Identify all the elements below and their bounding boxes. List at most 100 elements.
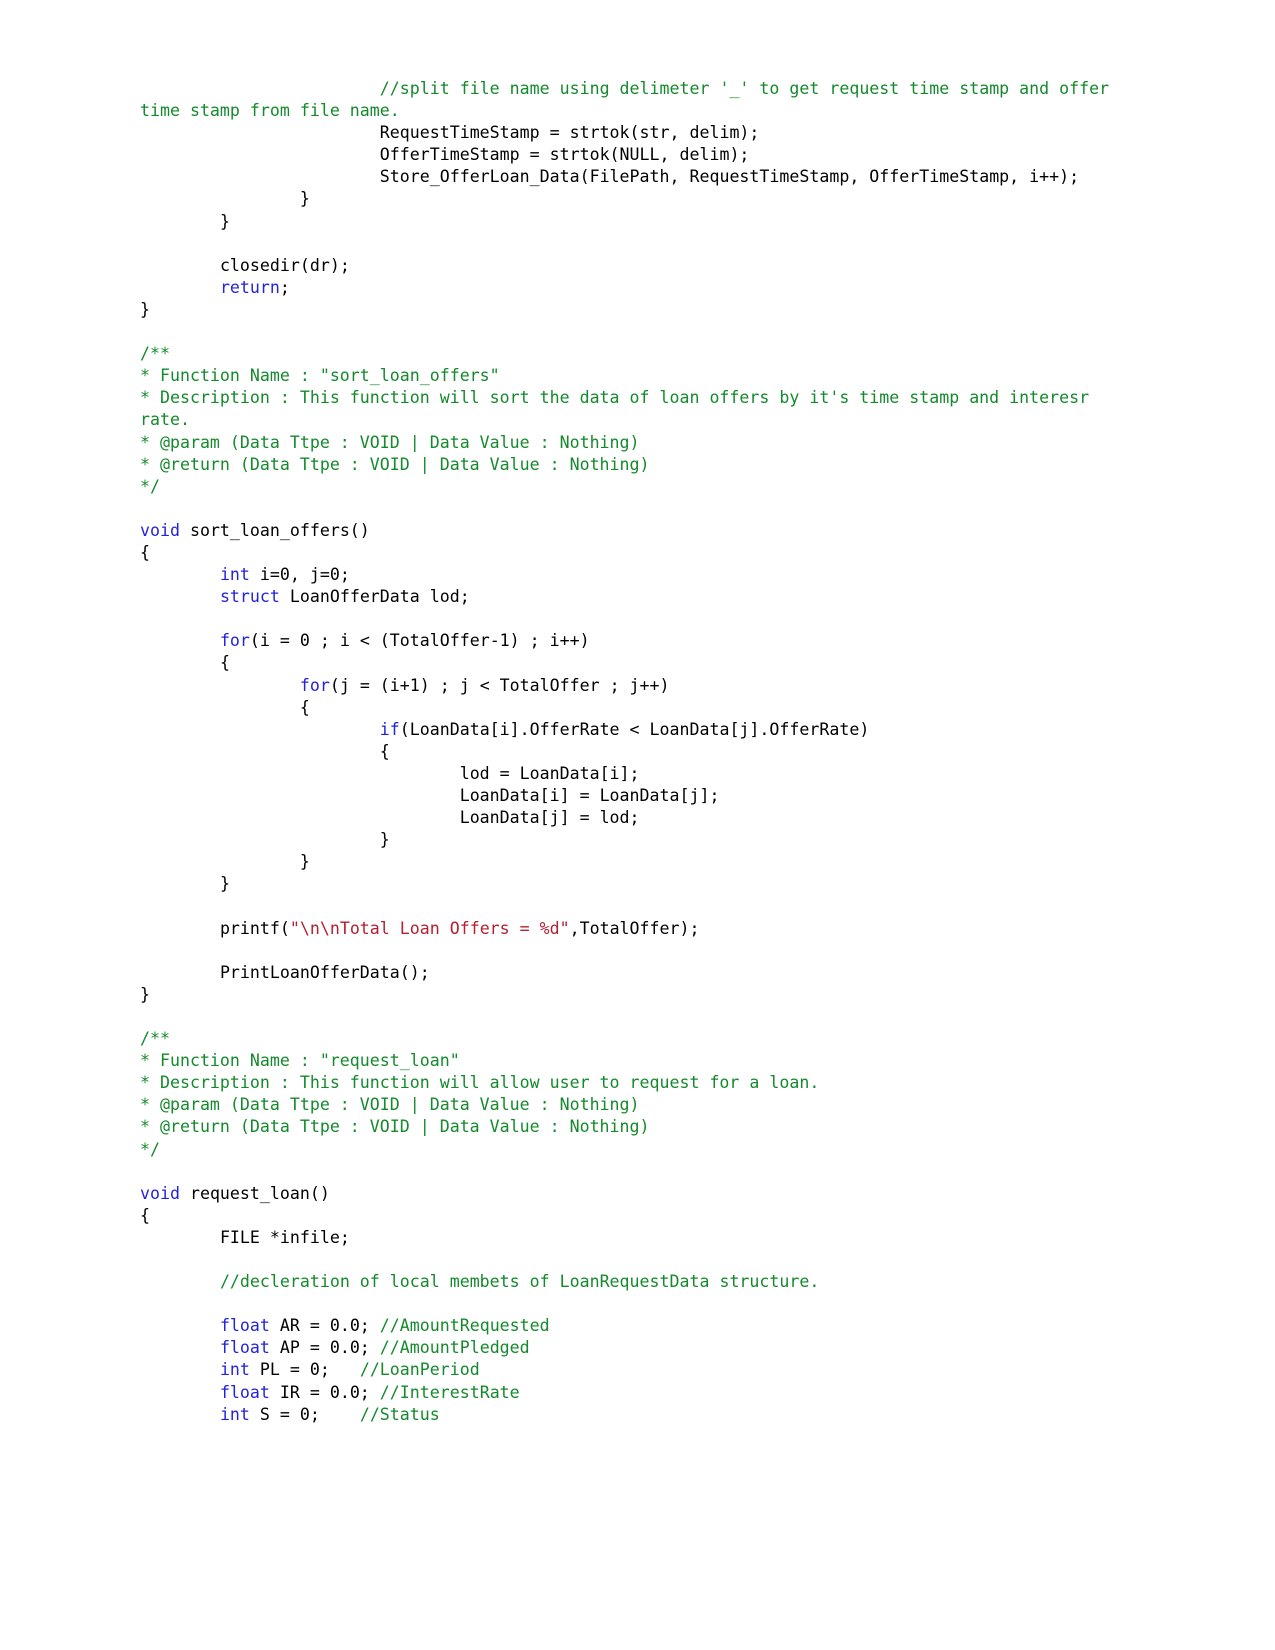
code-text-span bbox=[140, 1405, 220, 1424]
code-line: */ bbox=[140, 1139, 1145, 1161]
code-keyword-span: void bbox=[140, 1183, 180, 1203]
code-text-span bbox=[140, 278, 220, 297]
code-line: * Description : This function will sort … bbox=[140, 387, 1145, 431]
code-line: OfferTimeStamp = strtok(NULL, delim); bbox=[140, 144, 1145, 166]
code-text-span: OfferTimeStamp = strtok(NULL, delim); bbox=[140, 145, 750, 165]
code-line: int S = 0; //Status bbox=[140, 1404, 1145, 1426]
code-line: */ bbox=[140, 476, 1145, 498]
code-text-span bbox=[140, 1360, 220, 1379]
code-text-span: } bbox=[140, 189, 310, 209]
code-text-span bbox=[140, 631, 220, 650]
code-keyword-span: int bbox=[219, 1360, 250, 1380]
code-text-span: { bbox=[140, 1205, 150, 1225]
code-line: void sort_loan_offers() bbox=[140, 520, 1145, 542]
code-line: if(LoanData[i].OfferRate < LoanData[j].O… bbox=[140, 719, 1145, 741]
code-string-span: "\n\nTotal Loan Offers = %d" bbox=[289, 918, 570, 938]
code-block: //split file name using delimeter '_' to… bbox=[140, 78, 1145, 1426]
code-text-span bbox=[140, 587, 220, 606]
code-line: //split file name using delimeter '_' to… bbox=[140, 78, 1145, 122]
code-line: float IR = 0.0; //InterestRate bbox=[140, 1382, 1145, 1404]
code-line: } bbox=[140, 188, 1145, 210]
code-text-span: } bbox=[140, 874, 230, 894]
code-line: Store_OfferLoan_Data(FilePath, RequestTi… bbox=[140, 166, 1145, 188]
code-line: float AP = 0.0; //AmountPledged bbox=[140, 1337, 1145, 1359]
code-text-span: LoanOfferData lod; bbox=[279, 587, 470, 607]
code-text-span: lod = LoanData[i]; bbox=[140, 763, 640, 783]
code-text-span: { bbox=[140, 653, 230, 673]
code-text-span: printf( bbox=[140, 918, 290, 938]
code-line: lod = LoanData[i]; bbox=[140, 763, 1145, 785]
code-comment-span: * Function Name : "request_loan" bbox=[140, 1051, 460, 1071]
code-comment-span: //split file name using delimeter '_' to… bbox=[140, 79, 1120, 121]
code-line: int PL = 0; //LoanPeriod bbox=[140, 1359, 1145, 1381]
code-line: FILE *infile; bbox=[140, 1227, 1145, 1249]
code-text-span: PrintLoanOfferData(); bbox=[140, 962, 430, 982]
code-line: * @param (Data Ttpe : VOID | Data Value … bbox=[140, 1094, 1145, 1116]
code-keyword-span: int bbox=[219, 565, 250, 585]
code-line: { bbox=[140, 1205, 1145, 1227]
code-text-span: LoanData[j] = lod; bbox=[140, 808, 640, 828]
code-line: * @param (Data Ttpe : VOID | Data Value … bbox=[140, 432, 1145, 454]
code-line: } bbox=[140, 299, 1145, 321]
code-text-span: PL = 0; bbox=[249, 1360, 360, 1380]
code-line: int i=0, j=0; bbox=[140, 564, 1145, 586]
code-comment-span: * Description : This function will sort … bbox=[140, 388, 1100, 430]
code-line: struct LoanOfferData lod; bbox=[140, 586, 1145, 608]
code-text-span: { bbox=[140, 542, 150, 562]
code-line: { bbox=[140, 542, 1145, 564]
code-text-span: S = 0; bbox=[249, 1404, 360, 1424]
code-keyword-span: for bbox=[299, 675, 330, 695]
code-text-span: AR = 0.0; bbox=[269, 1316, 380, 1336]
code-text-span: LoanData[i] = LoanData[j]; bbox=[140, 786, 720, 805]
code-line: { bbox=[140, 697, 1145, 719]
code-comment-span: * Function Name : "sort_loan_offers" bbox=[140, 366, 500, 386]
code-line: * Description : This function will allow… bbox=[140, 1072, 1145, 1094]
code-text-span: { bbox=[140, 741, 390, 761]
code-keyword-span: float bbox=[219, 1316, 270, 1336]
code-comment-span: */ bbox=[140, 1139, 160, 1159]
code-text-span: { bbox=[140, 697, 310, 717]
code-text-span: } bbox=[140, 299, 150, 319]
code-text-span: closedir(dr); bbox=[140, 255, 350, 275]
code-line: } bbox=[140, 984, 1145, 1006]
code-keyword-span: int bbox=[219, 1404, 250, 1424]
code-comment-span: //LoanPeriod bbox=[359, 1360, 480, 1380]
code-line: { bbox=[140, 652, 1145, 674]
code-text-span: } bbox=[140, 211, 230, 231]
code-line: closedir(dr); bbox=[140, 255, 1145, 277]
code-comment-span: */ bbox=[140, 476, 160, 496]
code-text-span: AP = 0.0; bbox=[269, 1338, 380, 1358]
code-comment-span: //AmountRequested bbox=[379, 1316, 550, 1336]
code-line: /** bbox=[140, 343, 1145, 365]
code-line: for(i = 0 ; i < (TotalOffer-1) ; i++) bbox=[140, 630, 1145, 652]
code-line: * @return (Data Ttpe : VOID | Data Value… bbox=[140, 1116, 1145, 1138]
code-text-span bbox=[140, 1338, 220, 1357]
code-text-span: } bbox=[140, 984, 150, 1004]
code-text-span bbox=[140, 1316, 220, 1335]
code-keyword-span: for bbox=[219, 631, 250, 651]
code-comment-span: * @param (Data Ttpe : VOID | Data Value … bbox=[140, 432, 640, 452]
code-text-span: i=0, j=0; bbox=[249, 565, 350, 585]
code-line: } bbox=[140, 873, 1145, 895]
code-keyword-span: float bbox=[219, 1382, 270, 1402]
code-text-span: } bbox=[140, 852, 310, 872]
code-text-span: ,TotalOffer); bbox=[569, 918, 700, 938]
code-comment-span: //decleration of local membets of LoanRe… bbox=[219, 1272, 820, 1292]
code-text-span: (i = 0 ; i < (TotalOffer-1) ; i++) bbox=[249, 631, 590, 651]
code-line: float AR = 0.0; //AmountRequested bbox=[140, 1315, 1145, 1337]
code-text-span bbox=[140, 676, 300, 695]
code-line: * @return (Data Ttpe : VOID | Data Value… bbox=[140, 454, 1145, 476]
code-keyword-span: void bbox=[140, 520, 180, 540]
code-keyword-span: return bbox=[219, 277, 280, 297]
code-text-span bbox=[140, 565, 220, 584]
code-text-span bbox=[140, 1272, 220, 1291]
code-line: /** bbox=[140, 1028, 1145, 1050]
code-line: LoanData[i] = LoanData[j]; bbox=[140, 785, 1145, 807]
